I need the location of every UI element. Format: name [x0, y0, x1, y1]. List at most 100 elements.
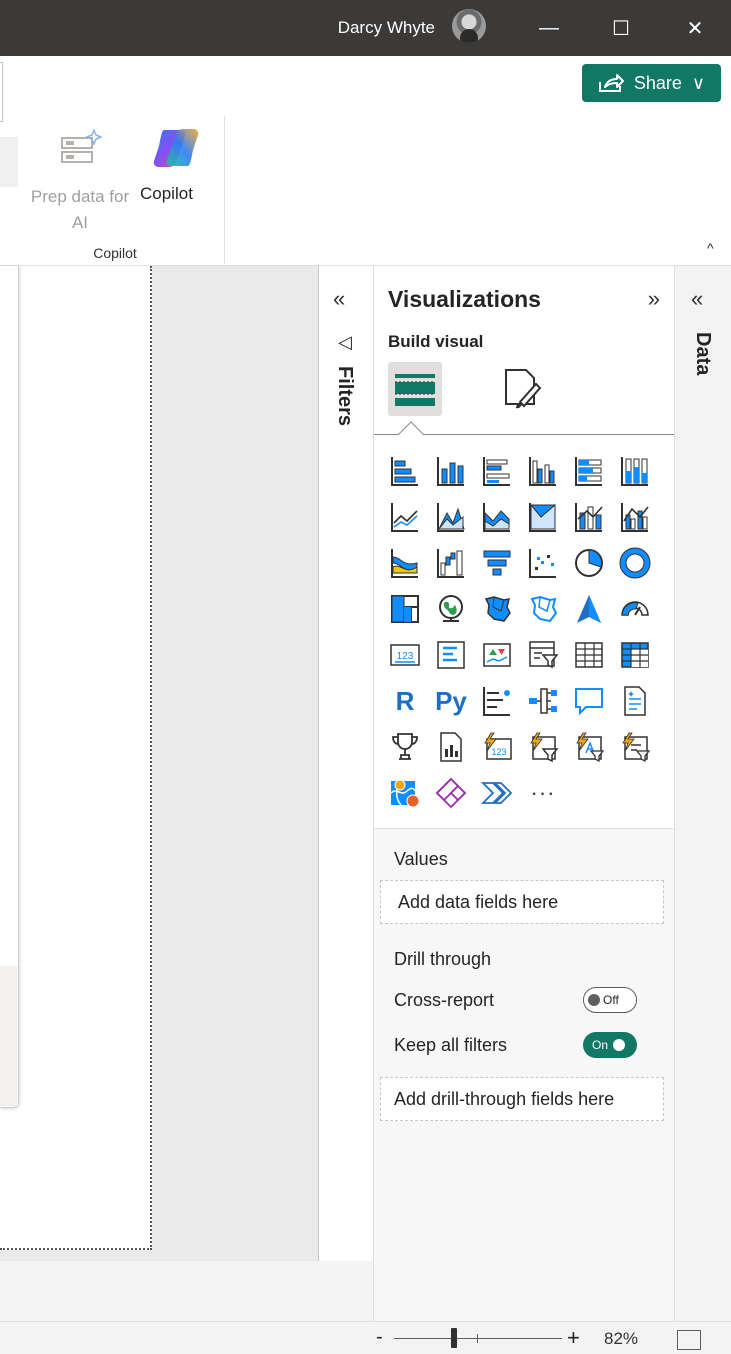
power-apps-icon[interactable]	[434, 776, 468, 810]
multi-row-card-icon[interactable]	[434, 638, 468, 672]
card-icon[interactable]: 123	[388, 638, 422, 672]
more-visuals-icon[interactable]: ···	[526, 776, 560, 810]
area-chart-icon[interactable]	[434, 500, 468, 534]
ribbon-group-divider	[224, 116, 225, 264]
100-stacked-column-chart-icon[interactable]	[618, 454, 652, 488]
gauge-icon[interactable]	[618, 592, 652, 626]
left-overlay-panel-footer	[0, 966, 18, 1106]
tab-selection-notch	[398, 421, 424, 447]
azure-map-icon[interactable]	[572, 592, 606, 626]
share-button[interactable]: Share ∨	[582, 64, 721, 102]
cross-report-toggle[interactable]: Off	[583, 987, 637, 1013]
power-automate-text-slicer-icon[interactable]	[572, 730, 606, 764]
minimize-button[interactable]: —	[531, 10, 567, 46]
power-automate-button-slicer-icon[interactable]	[618, 730, 652, 764]
left-overlay-panel	[0, 266, 19, 1108]
pie-chart-icon[interactable]	[572, 546, 606, 580]
filters-title[interactable]: Filters	[333, 366, 356, 426]
collapse-ribbon-icon[interactable]: ^	[707, 240, 714, 256]
clustered-bar-chart-icon[interactable]	[480, 454, 514, 488]
build-visual-icon	[395, 374, 435, 406]
line-chart-icon[interactable]	[388, 500, 422, 534]
ribbon-chart-icon[interactable]	[388, 546, 422, 580]
chevron-down-icon: ∨	[691, 72, 706, 93]
svg-text:123: 123	[491, 747, 506, 757]
100-stacked-bar-chart-icon[interactable]	[572, 454, 606, 488]
copilot-icon[interactable]	[150, 126, 202, 170]
prep-data-icon[interactable]	[60, 127, 104, 166]
build-visual-label: Build visual	[388, 332, 484, 351]
zoom-level[interactable]: 82%	[604, 1329, 638, 1349]
paginated-report-icon[interactable]	[434, 730, 468, 764]
filter-icon: ◁	[338, 332, 352, 352]
visualizations-pane: Visualizations » Build visual 123 R Py 1…	[373, 266, 675, 1321]
matrix-icon[interactable]	[618, 638, 652, 672]
zoom-out-button[interactable]: -	[376, 1326, 383, 1349]
line-and-clustered-column-chart-icon[interactable]	[618, 500, 652, 534]
slicer-icon[interactable]	[526, 638, 560, 672]
format-paintbrush-icon	[505, 369, 542, 409]
stacked-bar-chart-icon[interactable]	[388, 454, 422, 488]
filled-map-icon[interactable]	[480, 592, 514, 626]
collapse-filters-icon[interactable]: «	[333, 286, 345, 312]
zoom-slider-thumb[interactable]	[451, 1328, 458, 1348]
report-page[interactable]	[0, 266, 152, 1250]
fit-to-page-icon[interactable]	[677, 1330, 701, 1350]
arcgis-map-icon[interactable]	[388, 776, 422, 810]
treemap-icon[interactable]	[388, 592, 422, 626]
goals-trophy-icon[interactable]	[388, 730, 422, 764]
keep-all-filters-toggle[interactable]: On	[583, 1032, 637, 1058]
decomposition-tree-icon[interactable]	[526, 684, 560, 718]
keep-all-filters-toggle-state: On	[592, 1038, 609, 1052]
data-pane[interactable]: « Data	[675, 266, 731, 1321]
funnel-chart-icon[interactable]	[480, 546, 514, 580]
filters-pane[interactable]: « ◁ Filters	[319, 266, 373, 1261]
build-visual-tab[interactable]	[388, 362, 442, 416]
zoom-slider-tick	[477, 1334, 478, 1343]
shape-map-icon[interactable]	[526, 592, 560, 626]
stacked-area-chart-icon[interactable]	[480, 500, 514, 534]
cross-report-toggle-state: Off	[603, 993, 619, 1007]
toggle-knob	[588, 994, 600, 1006]
stacked-column-chart-icon[interactable]	[434, 454, 468, 488]
values-drop-zone[interactable]: Add data fields here	[380, 880, 664, 924]
power-automate-slicer-icon[interactable]	[526, 730, 560, 764]
r-script-visual-icon[interactable]: R	[388, 684, 422, 718]
copilot-label[interactable]: Copilot	[140, 184, 193, 204]
values-label: Values	[394, 849, 448, 869]
smart-narrative-icon[interactable]	[618, 684, 652, 718]
drill-through-drop-zone[interactable]: Add drill-through fields here	[380, 1077, 664, 1121]
zoom-slider-track[interactable]	[394, 1338, 562, 1339]
data-title[interactable]: Data	[691, 332, 714, 375]
waterfall-chart-icon[interactable]	[434, 546, 468, 580]
python-visual-icon[interactable]: Py	[434, 684, 468, 718]
qa-visual-icon[interactable]	[572, 684, 606, 718]
prep-data-label[interactable]: Prep data for AI	[22, 184, 138, 236]
keep-all-filters-label: Keep all filters	[394, 1035, 508, 1055]
svg-text:123: 123	[397, 651, 414, 662]
line-and-stacked-column-chart-icon[interactable]	[572, 500, 606, 534]
title-bar: Darcy Whyte — ☐ ✕	[0, 0, 731, 56]
donut-chart-icon[interactable]	[618, 546, 652, 580]
100-stacked-area-chart-icon[interactable]	[526, 500, 560, 534]
expand-visualizations-icon[interactable]: »	[648, 286, 660, 312]
user-name: Darcy Whyte	[337, 18, 435, 37]
scatter-chart-icon[interactable]	[526, 546, 560, 580]
clustered-column-chart-icon[interactable]	[526, 454, 560, 488]
format-visual-tab[interactable]	[498, 362, 548, 416]
maximize-button[interactable]: ☐	[603, 10, 639, 46]
status-bar: - + 82%	[0, 1321, 731, 1354]
cross-report-label: Cross-report	[394, 990, 495, 1010]
collapse-data-icon[interactable]: «	[691, 286, 703, 312]
map-icon[interactable]	[434, 592, 468, 626]
avatar[interactable]	[452, 9, 486, 43]
power-automate-icon[interactable]	[480, 776, 514, 810]
table-icon[interactable]	[572, 638, 606, 672]
zoom-in-button[interactable]: +	[567, 1325, 580, 1351]
kpi-icon[interactable]	[480, 638, 514, 672]
close-button[interactable]: ✕	[677, 10, 713, 46]
toggle-knob	[613, 1039, 626, 1051]
key-influencers-icon[interactable]	[480, 684, 514, 718]
field-wells: Values Add data fields here Drill throug…	[374, 829, 674, 1321]
power-apps-card-icon[interactable]: 123	[480, 730, 514, 764]
